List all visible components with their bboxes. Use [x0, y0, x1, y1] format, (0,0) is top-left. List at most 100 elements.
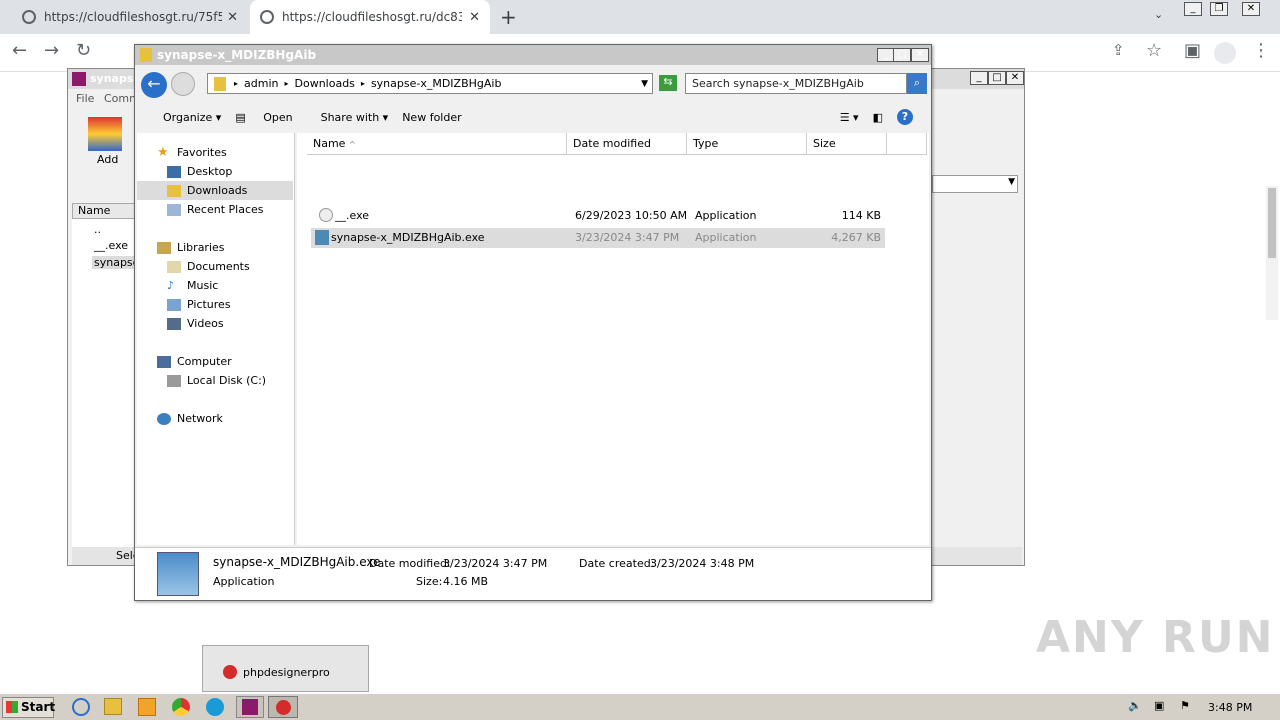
- close-tab-icon[interactable]: ✕: [227, 10, 238, 25]
- browser-tab-strip: https://cloudfileshosgt.ru/75f59e11( ✕ h…: [0, 0, 1280, 34]
- nav-videos[interactable]: Videos: [137, 314, 293, 333]
- list-item[interactable]: ..: [94, 223, 101, 236]
- breadcrumb-folder[interactable]: synapse-x_MDIZBHgAib: [371, 77, 502, 90]
- file-size: 4,267 KB: [831, 231, 881, 244]
- back-icon[interactable]: ←: [12, 40, 27, 61]
- taskbar-thumbnail[interactable]: phpdesignerpro: [202, 645, 369, 692]
- add-archive-icon[interactable]: [88, 117, 122, 151]
- profile-avatar[interactable]: [1214, 42, 1236, 64]
- page-scrollbar[interactable]: [1266, 186, 1278, 320]
- table-row-selected[interactable]: synapse-x_MDIZBHgAib.exe 3/23/2024 3:47 …: [311, 228, 885, 248]
- media-player-icon[interactable]: [138, 698, 156, 716]
- open-button[interactable]: ▤ Open: [235, 111, 292, 124]
- volume-icon[interactable]: 🔈: [1128, 699, 1142, 712]
- window-title: synapse-x_MDIZBHgAib: [157, 48, 317, 62]
- organize-button[interactable]: Organize ▾: [149, 111, 221, 124]
- tab-search-icon[interactable]: ⌄: [1154, 8, 1163, 21]
- computer-icon: [157, 355, 171, 368]
- desktop-icon: [167, 165, 181, 178]
- back-button[interactable]: ←: [141, 72, 167, 98]
- list-item[interactable]: __.exe: [94, 239, 128, 252]
- globe-icon: [22, 10, 36, 24]
- browser-tab-active[interactable]: https://cloudfileshosgt.ru/dc831eb2 ✕: [250, 0, 490, 34]
- file-list: Name ^ Date modified Type Size __.exe 6/…: [297, 133, 929, 545]
- forward-button[interactable]: [171, 72, 195, 96]
- clock[interactable]: 3:48 PM: [1208, 701, 1252, 714]
- installer-large-icon: [157, 552, 199, 596]
- side-panel-icon[interactable]: ▣: [1184, 40, 1201, 61]
- nav-pictures[interactable]: Pictures: [137, 295, 293, 314]
- installer-icon: [315, 230, 329, 245]
- maximize-icon[interactable]: □: [893, 48, 911, 62]
- start-button[interactable]: Start: [2, 697, 55, 718]
- column-header-extra[interactable]: [887, 133, 927, 155]
- winrar-icon: [72, 72, 86, 86]
- folder-icon: [214, 76, 226, 91]
- nav-documents[interactable]: Documents: [137, 257, 293, 276]
- nav-network[interactable]: Network: [137, 409, 293, 428]
- preview-pane-icon[interactable]: ◧: [873, 111, 883, 124]
- star-icon: ★: [157, 144, 169, 160]
- flag-icon[interactable]: ⚑: [1180, 699, 1190, 712]
- refresh-icon[interactable]: ⇆: [659, 75, 677, 91]
- application-icon: [319, 208, 333, 222]
- edge-icon[interactable]: [206, 698, 224, 716]
- share-with-button[interactable]: Share with ▾: [307, 111, 389, 124]
- breadcrumb-downloads[interactable]: Downloads: [295, 77, 355, 90]
- table-row[interactable]: __.exe 6/29/2023 10:50 AM Application 11…: [311, 206, 885, 226]
- explorer-title-bar: synapse-x_MDIZBHgAib _ □ ✕: [135, 45, 931, 65]
- ie-icon[interactable]: [72, 698, 90, 716]
- watermark: ANY RUN: [1036, 612, 1275, 663]
- nav-downloads[interactable]: Downloads: [137, 181, 293, 200]
- column-header-name[interactable]: Name ^: [307, 133, 567, 155]
- view-options-icon[interactable]: ☰ ▾: [840, 111, 859, 124]
- path-dropdown[interactable]: ▼: [932, 175, 1018, 193]
- menu-icon[interactable]: ⋮: [1252, 40, 1270, 61]
- music-icon: ♪: [167, 278, 175, 292]
- nav-favorites[interactable]: ★ Favorites: [137, 143, 293, 162]
- windows-logo-icon: [6, 701, 18, 713]
- search-input[interactable]: Search synapse-x_MDIZBHgAib: [685, 73, 907, 94]
- network-tray-icon[interactable]: ▣: [1154, 699, 1164, 712]
- menu-file[interactable]: File: [76, 92, 94, 105]
- search-icon[interactable]: ⌕: [907, 73, 927, 94]
- close-icon[interactable]: ✕: [911, 48, 929, 62]
- column-header-size[interactable]: Size: [807, 133, 887, 155]
- details-modified-value: 3/23/2024 3:47 PM: [443, 557, 548, 570]
- nav-music[interactable]: ♪ Music: [137, 276, 293, 295]
- help-icon[interactable]: ?: [897, 109, 913, 125]
- new-folder-button[interactable]: New folder: [402, 111, 461, 124]
- details-created-label: Date created:: [579, 557, 655, 570]
- thumbnail-label: phpdesignerpro: [243, 666, 330, 679]
- add-button-label[interactable]: Add: [97, 153, 118, 166]
- restore-icon[interactable]: ❐: [1210, 2, 1228, 16]
- minimize-icon[interactable]: _: [1184, 2, 1202, 16]
- bookmark-star-icon[interactable]: ☆: [1146, 40, 1162, 61]
- close-icon[interactable]: ✕: [1006, 71, 1024, 85]
- column-header-date[interactable]: Date modified: [567, 133, 687, 155]
- share-icon[interactable]: ⇪: [1112, 41, 1125, 59]
- reload-icon[interactable]: ↻: [76, 40, 91, 61]
- nav-libraries[interactable]: Libraries: [137, 238, 293, 257]
- column-header-name[interactable]: Name: [72, 203, 135, 219]
- column-header-type[interactable]: Type: [687, 133, 807, 155]
- address-bar[interactable]: ▸ admin ▸ Downloads ▸ synapse-x_MDIZBHgA…: [207, 73, 653, 94]
- close-tab-icon[interactable]: ✕: [469, 10, 480, 25]
- explorer-taskbar-icon[interactable]: [104, 698, 122, 715]
- new-tab-button[interactable]: +: [500, 5, 517, 29]
- nav-recent-places[interactable]: Recent Places: [137, 200, 293, 219]
- nav-computer[interactable]: Computer: [137, 352, 293, 371]
- winrar-taskbar-button[interactable]: [236, 696, 264, 718]
- maximize-icon[interactable]: □: [988, 71, 1006, 85]
- chrome-icon[interactable]: [172, 698, 190, 716]
- documents-icon: [167, 260, 181, 273]
- breadcrumb-admin[interactable]: admin: [244, 77, 278, 90]
- minimize-icon[interactable]: _: [970, 71, 988, 85]
- browser-tab[interactable]: https://cloudfileshosgt.ru/75f59e11( ✕: [12, 0, 248, 34]
- nav-desktop[interactable]: Desktop: [137, 162, 293, 181]
- close-icon[interactable]: ✕: [1242, 2, 1260, 16]
- chevron-down-icon[interactable]: ▼: [641, 79, 648, 89]
- forward-icon[interactable]: →: [44, 40, 59, 61]
- phpdesigner-taskbar-button[interactable]: [268, 696, 298, 718]
- nav-local-disk[interactable]: Local Disk (C:): [137, 371, 293, 390]
